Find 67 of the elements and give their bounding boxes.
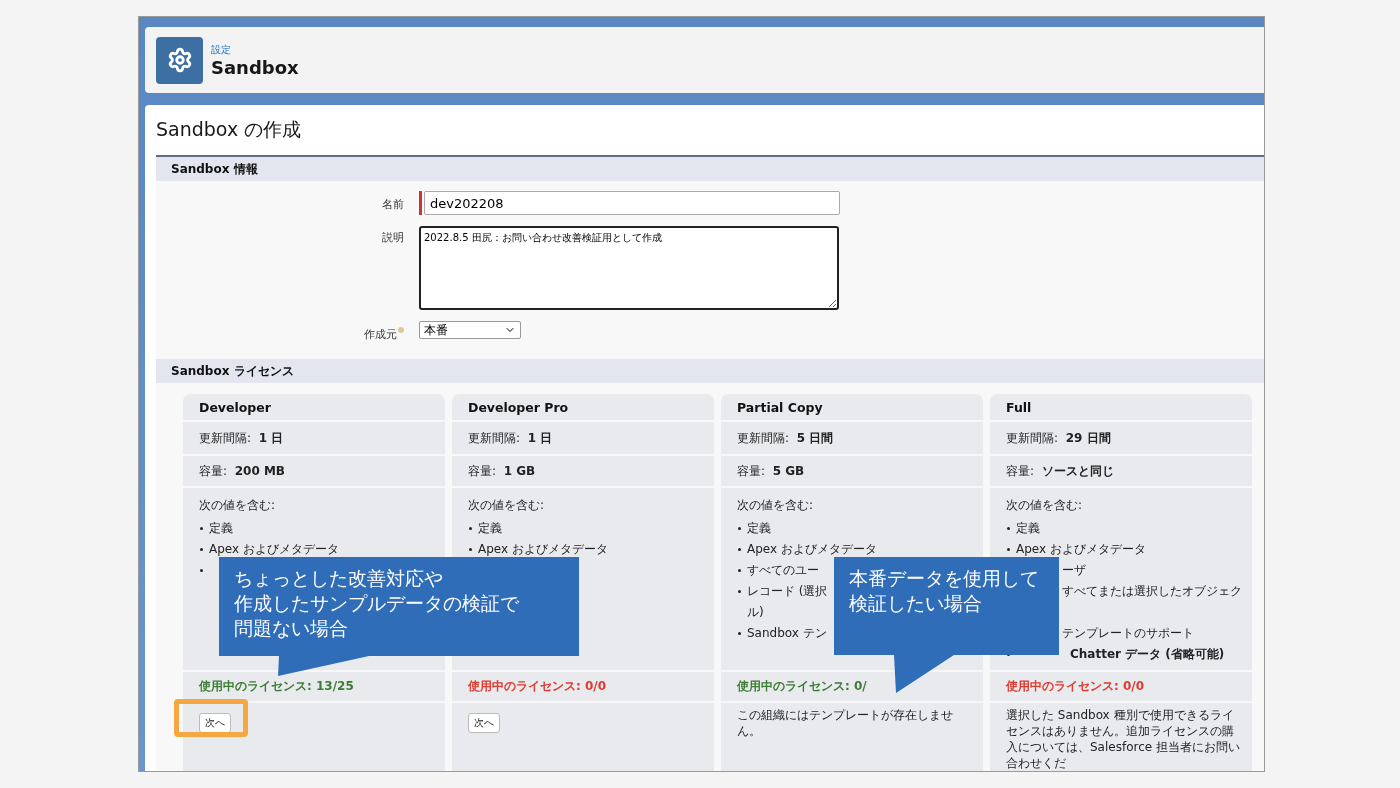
list-item-text: Apex およびメタデータ (478, 541, 608, 558)
list-item-text: 定義 (209, 520, 233, 537)
card-title: Full (1006, 399, 1032, 415)
field-label: 作成元 (364, 327, 397, 342)
callout-text: 本番データを使用して 検証したい場合 (849, 566, 1039, 616)
bullet-icon (469, 527, 472, 530)
page-title: Sandbox の作成 (156, 117, 303, 142)
list-item-text: すべてまたは選択したオブジェク (1062, 583, 1242, 600)
description-field[interactable]: 2022.8.5 田尻：お問い合わせ改善検証用として作成 (419, 226, 839, 310)
bullet-icon (738, 590, 741, 593)
refresh-interval: 更新間隔: 1 日 (468, 429, 553, 447)
license-count: 使用中のライセンス: 0/0 (468, 678, 607, 695)
storage-capacity: 容量: 1 GB (468, 462, 536, 480)
license-count: 使用中のライセンス: 0/0 (1006, 678, 1145, 695)
storage-capacity: 容量: 200 MB (199, 462, 285, 480)
card-title: Developer (199, 399, 271, 415)
bullet-icon (200, 548, 203, 551)
refresh-interval: 更新間隔: 5 日間 (737, 429, 834, 447)
list-item-text: 定義 (747, 520, 771, 537)
next-button[interactable]: 次へ (199, 713, 231, 733)
list-item-text: Apex およびメタデータ (747, 541, 877, 558)
bullet-icon (1007, 527, 1010, 530)
storage-capacity: 容量: 5 GB (737, 462, 805, 480)
section-title: Sandbox 情報 (171, 160, 258, 178)
bullet-icon (738, 569, 741, 572)
name-field[interactable]: dev202208 (424, 191, 840, 215)
includes-label: 次の値を含む: (468, 497, 545, 514)
breadcrumb-link[interactable]: 設定 (211, 42, 299, 57)
bullet-icon (738, 527, 741, 530)
list-item-text: 定義 (478, 520, 502, 537)
list-item-text: Sandbox テン (747, 625, 827, 642)
callout-text: ちょっとした改善対応や 作成したサンプルデータの検証で 問題ない場合 (234, 566, 519, 641)
list-item-text: すべてのユー (747, 562, 819, 579)
field-label: 説明 (382, 230, 404, 246)
bullet-icon (738, 632, 741, 635)
card-title: Developer Pro (468, 399, 569, 415)
settings-icon (156, 36, 203, 84)
bullet-icon (200, 569, 203, 572)
list-item-text: 定義 (1016, 520, 1040, 537)
list-item-text: テンプレートのサポート (1062, 625, 1194, 642)
list-item-text: ーザ (1062, 562, 1086, 579)
list-item-text: Chatter データ (省略可能) (1070, 646, 1225, 663)
license-count: 使用中のライセンス: 0/ (737, 678, 867, 695)
list-item-text: Apex およびメタデータ (1016, 541, 1146, 558)
list-item-text: ル) (747, 604, 764, 621)
header-title: Sandbox (211, 56, 299, 78)
bullet-icon (738, 548, 741, 551)
help-icon (398, 327, 404, 333)
includes-label: 次の値を含む: (199, 497, 276, 514)
bullet-icon (200, 527, 203, 530)
bullet-icon (469, 548, 472, 551)
card-title: Partial Copy (737, 399, 823, 415)
list-item-text: レコード (選択 (747, 583, 828, 600)
card-note: この組織にはテンプレートが存在しません。 (737, 707, 954, 739)
license-count: 使用中のライセンス: 13/25 (199, 678, 354, 695)
refresh-interval: 更新間隔: 29 日間 (1006, 429, 1111, 447)
next-button[interactable]: 次へ (468, 713, 500, 733)
section-title: Sandbox ライセンス (171, 362, 294, 380)
field-label: 名前 (382, 197, 404, 213)
source-select[interactable]: 本番 (419, 321, 521, 339)
includes-label: 次の値を含む: (737, 497, 814, 514)
card-note: 選択した Sandbox 種別で使用できるライセンスはありません。追加ライセンスの購入については、Salesforce 担当者にお問い合わせくだ (1006, 707, 1240, 771)
list-item-text: Apex およびメタデータ (209, 541, 339, 558)
includes-label: 次の値を含む: (1006, 497, 1083, 514)
refresh-interval: 更新間隔: 1 日 (199, 429, 284, 447)
storage-capacity: 容量: ソースと同じ (1006, 462, 1114, 480)
bullet-icon (1007, 548, 1010, 551)
